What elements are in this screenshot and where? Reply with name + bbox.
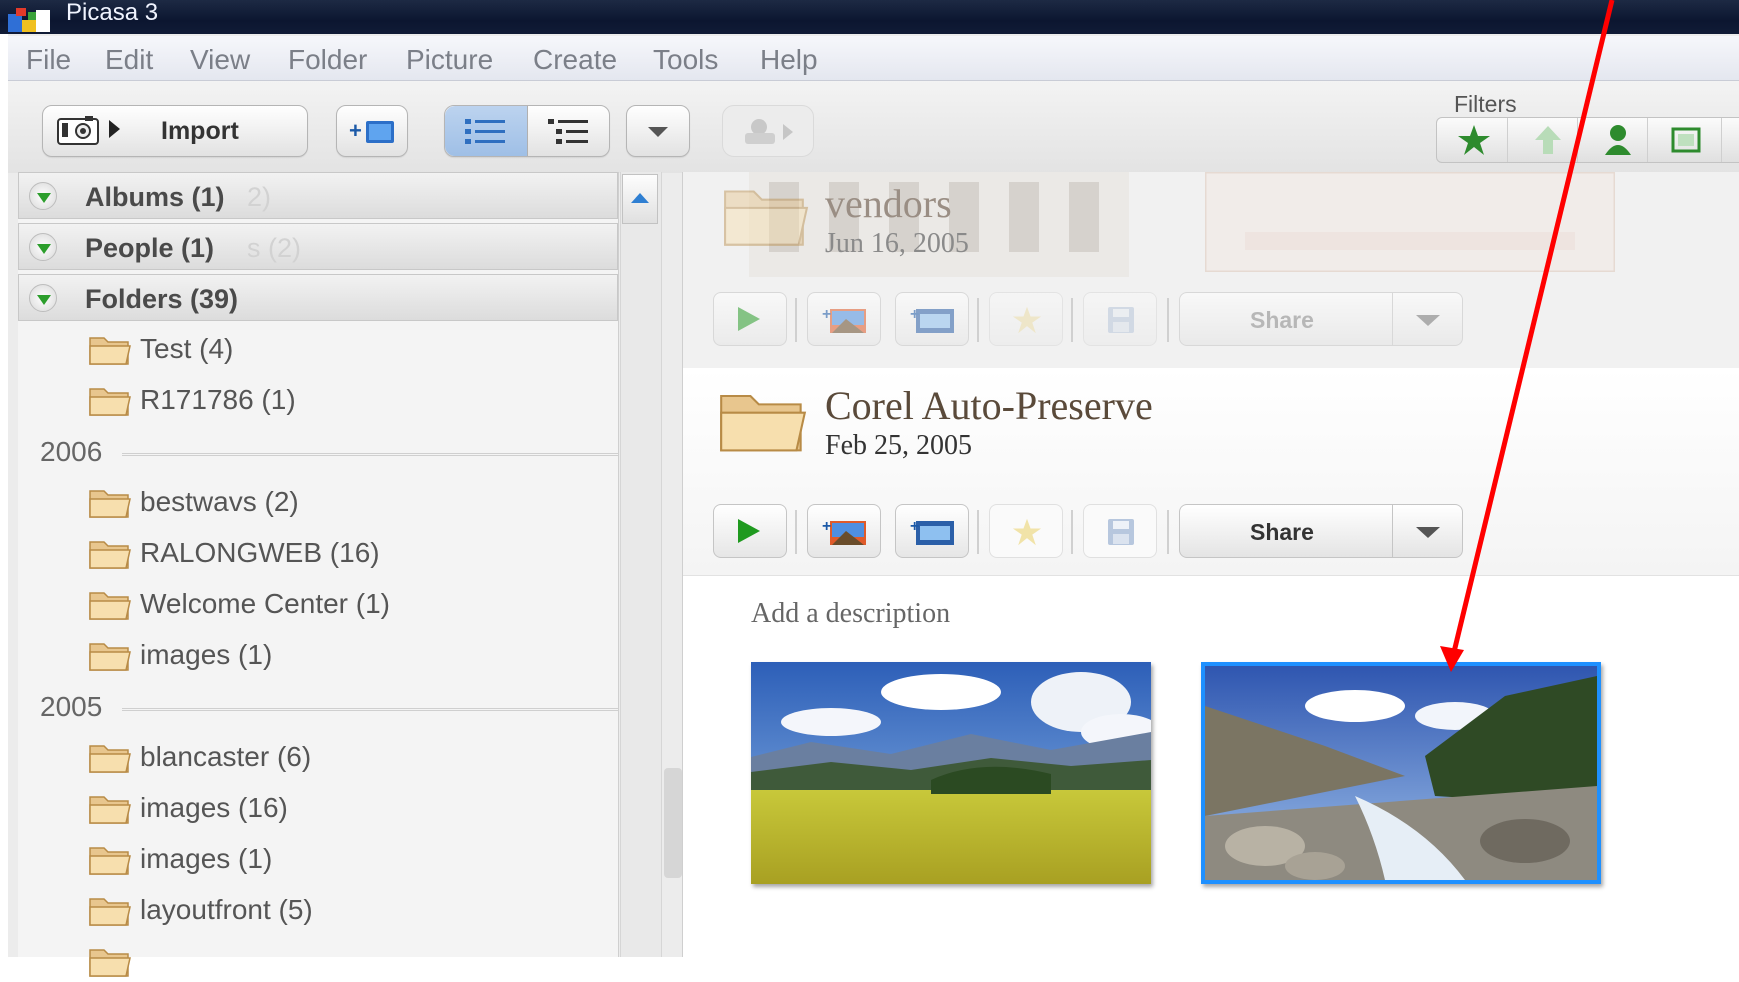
annotation-arrow bbox=[1440, 0, 1615, 672]
